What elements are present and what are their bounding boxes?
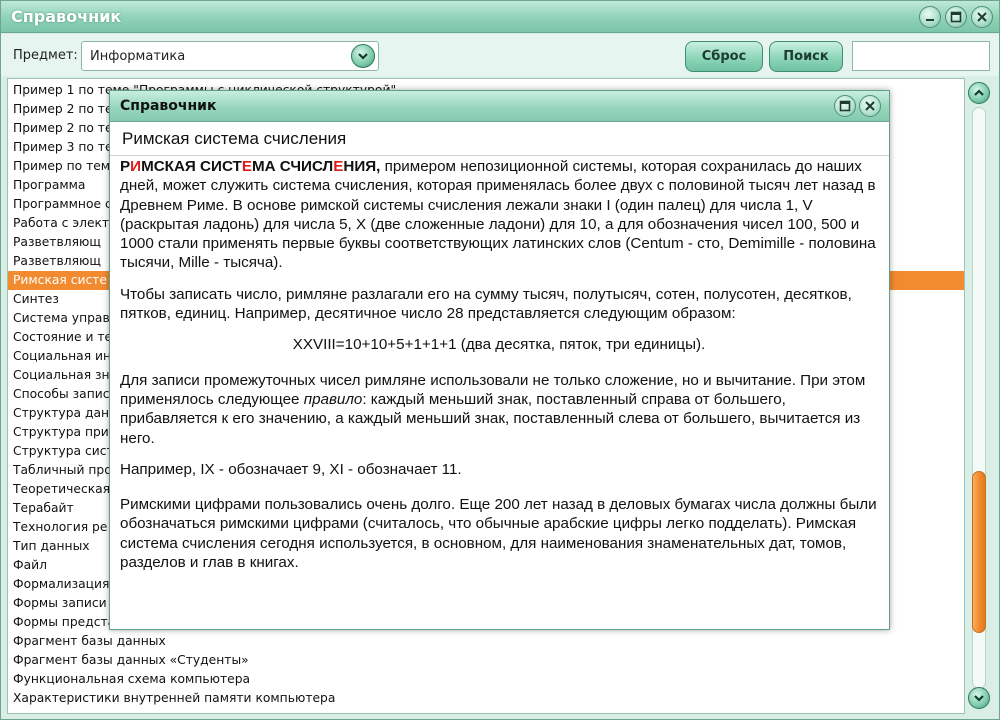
search-input[interactable] [852,41,990,71]
maximize-button[interactable] [945,6,967,28]
main-titlebar[interactable]: Справочник [1,1,999,33]
article-term: РИМСКАЯ СИСТЕМА СЧИСЛЕНИЯ, [120,158,381,175]
article-paragraph-3: Для записи промежуточных чисел римляне и… [120,371,866,447]
article-heading: Римская система счисления [122,129,347,148]
dialog-maximize-button[interactable] [834,95,856,117]
minimize-icon [926,19,934,21]
list-item[interactable]: Характеристики внутренней памяти компьют… [8,689,964,708]
article-dialog: Справочник Римская система счисления РИМ… [109,90,890,630]
list-item[interactable]: Функциональная схема компьютера [8,670,964,689]
list-scrollbar[interactable] [967,81,991,713]
article-formula: XXVIII=10+10+5+1+1+1 (два десятка, пяток… [292,336,706,354]
article-paragraph-5: Римскими цифрами пользовались очень долг… [120,496,877,572]
heading-divider [110,155,889,156]
window-title: Справочник [11,7,122,26]
subject-dropdown-button[interactable] [351,44,375,68]
subject-label: Предмет: [13,48,78,63]
subject-select[interactable]: Информатика [81,41,379,71]
minimize-button[interactable] [919,6,941,28]
article-paragraph-4: Например, IX - обозначает 9, XI - обозна… [120,460,462,478]
dialog-close-button[interactable] [859,95,881,117]
chevron-up-icon [974,89,984,96]
toolbar: Предмет: Информатика Сброс Поиск [1,34,999,76]
dialog-title: Справочник [120,98,217,114]
close-icon [865,101,875,111]
scroll-up-button[interactable] [968,82,990,104]
reset-button[interactable]: Сброс [685,41,763,72]
close-button[interactable] [971,6,993,28]
scroll-down-button[interactable] [968,687,990,709]
chevron-down-icon [974,695,984,702]
close-icon [977,12,987,22]
article-paragraph-2: Чтобы записать число, римляне разлагали … [120,285,852,323]
subject-value: Информатика [90,49,186,64]
maximize-icon [950,11,962,23]
article-body: РИМСКАЯ СИСТЕМА СЧИСЛЕНИЯ, примером непо… [120,157,878,627]
chevron-down-icon [358,53,368,60]
scroll-thumb[interactable] [972,471,986,633]
list-item[interactable]: Фрагмент базы данных [8,632,964,651]
dialog-titlebar[interactable]: Справочник [110,91,889,122]
search-button[interactable]: Поиск [769,41,843,72]
maximize-icon [839,100,851,112]
article-paragraph-1: РИМСКАЯ СИСТЕМА СЧИСЛЕНИЯ, примером непо… [120,158,876,272]
list-item[interactable]: Фрагмент базы данных «Студенты» [8,651,964,670]
